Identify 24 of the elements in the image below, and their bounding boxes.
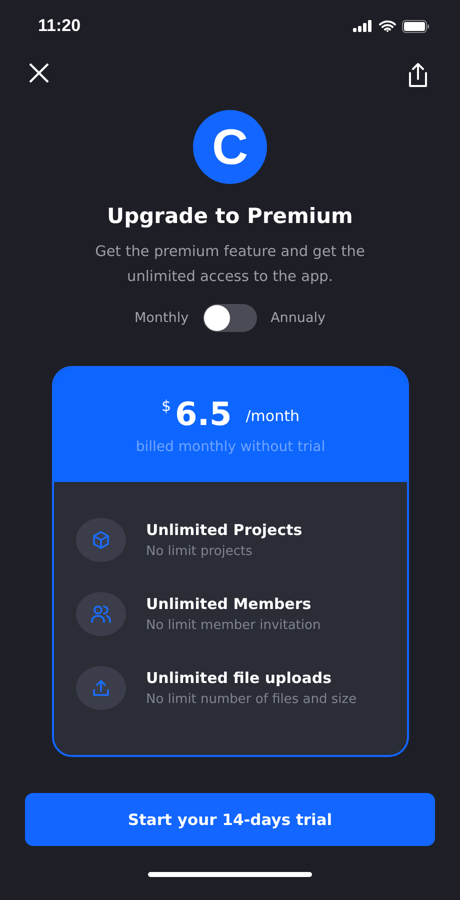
page-title: Upgrade to Premium [107, 204, 353, 228]
billing-note: billed monthly without trial [136, 439, 326, 455]
feature-title: Unlimited Members [146, 595, 312, 613]
start-trial-button[interactable]: Start your 14-days trial [25, 793, 435, 846]
subtitle: Get the premium feature and get the unlimited access to the app. [94, 243, 366, 287]
app-logo: C [193, 110, 267, 184]
battery-icon [402, 20, 430, 32]
feature-title: Unlimited file uploads [146, 669, 333, 687]
feature-description: No limit projects [146, 544, 254, 559]
status-time: 11:20 [38, 16, 81, 36]
currency-sign: $ [162, 397, 172, 415]
upload-icon [91, 678, 111, 698]
feature-description: No limit number of files and size [146, 692, 357, 707]
annually-label: Annualy [270, 310, 326, 326]
monthly-label: Monthly [134, 310, 189, 326]
users-icon [90, 604, 112, 624]
feature-description: No limit member invitation [146, 618, 321, 633]
cube-icon [91, 530, 111, 550]
price-amount: 6.5 [175, 395, 232, 433]
wifi-icon [379, 20, 396, 32]
price-period: /month [246, 407, 300, 425]
signal-icon [353, 20, 373, 32]
billing-toggle[interactable] [202, 304, 257, 332]
feature-title: Unlimited Projects [146, 521, 302, 539]
